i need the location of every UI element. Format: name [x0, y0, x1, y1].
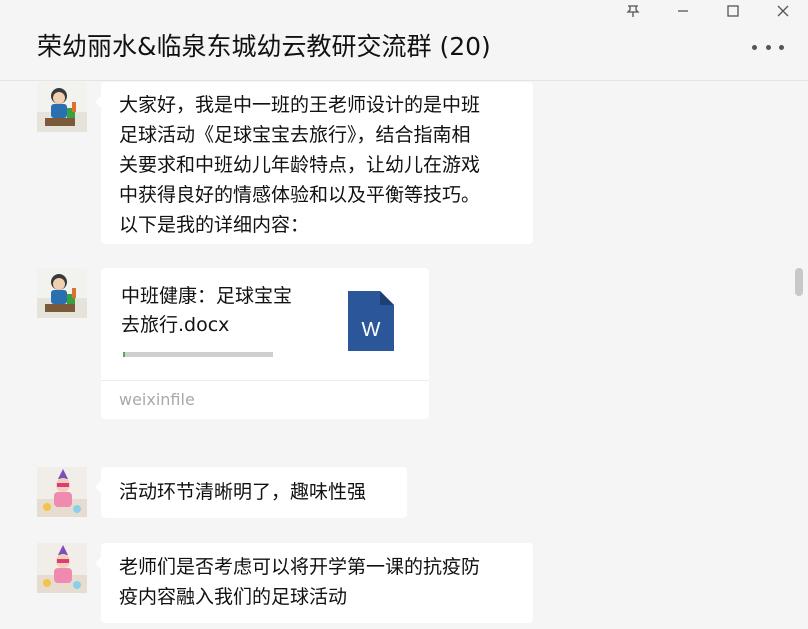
avatar[interactable] [37, 467, 87, 517]
word-document-icon: W [348, 291, 394, 355]
chat-window: 荣幼丽水&临泉东城幼云教研交流群 (20) 大家好，我是中一班的王老师设计的是中… [0, 0, 808, 629]
download-progress-fill [123, 352, 125, 357]
message-line: 以下是我的详细内容： [119, 214, 310, 236]
message-bubble[interactable]: 活动环节清晰明了，趣味性强 [95, 467, 407, 518]
chat-title: 荣幼丽水&临泉东城幼云教研交流群 (20) [37, 32, 491, 61]
message-bubble[interactable]: 大家好，我是中一班的王老师设计的是中班 足球活动《足球宝宝去旅行》，结合指南相 … [95, 82, 533, 244]
download-progress-bar [123, 352, 273, 357]
window-controls [608, 0, 808, 22]
message-line: 疫内容融入我们的足球活动 [119, 586, 348, 608]
close-icon[interactable] [758, 0, 808, 22]
message-line: 活动环节清晰明了，趣味性强 [119, 481, 367, 503]
minimize-icon[interactable] [658, 0, 708, 22]
message-line: 关要求和中班幼儿年龄特点，让幼儿在游戏 [119, 154, 481, 176]
message-bubble[interactable]: 老师们是否考虑可以将开学第一课的抗疫防 疫内容融入我们的足球活动 [95, 543, 533, 623]
file-source-label: weixinfile [119, 390, 195, 409]
avatar[interactable] [37, 82, 87, 132]
message-line: 足球活动《足球宝宝去旅行》，结合指南相 [119, 124, 471, 146]
file-card[interactable]: 中班健康：足球宝宝 去旅行.docx W weixinfile [101, 268, 429, 419]
svg-text:W: W [362, 319, 381, 341]
scrollbar-thumb[interactable] [795, 268, 803, 296]
message-line: 中获得良好的情感体验和以及平衡等技巧。 [119, 184, 481, 206]
more-dots-icon[interactable] [752, 40, 784, 54]
pin-icon[interactable] [608, 0, 658, 22]
message-line: 老师们是否考虑可以将开学第一课的抗疫防 [119, 556, 481, 578]
divider [101, 380, 429, 381]
maximize-icon[interactable] [708, 0, 758, 22]
message-line: 大家好，我是中一班的王老师设计的是中班 [119, 94, 481, 116]
chat-header: 荣幼丽水&临泉东城幼云教研交流群 (20) [0, 0, 808, 81]
avatar[interactable] [37, 543, 87, 593]
file-name: 中班健康：足球宝宝 去旅行.docx [121, 285, 293, 336]
avatar[interactable] [37, 268, 87, 318]
